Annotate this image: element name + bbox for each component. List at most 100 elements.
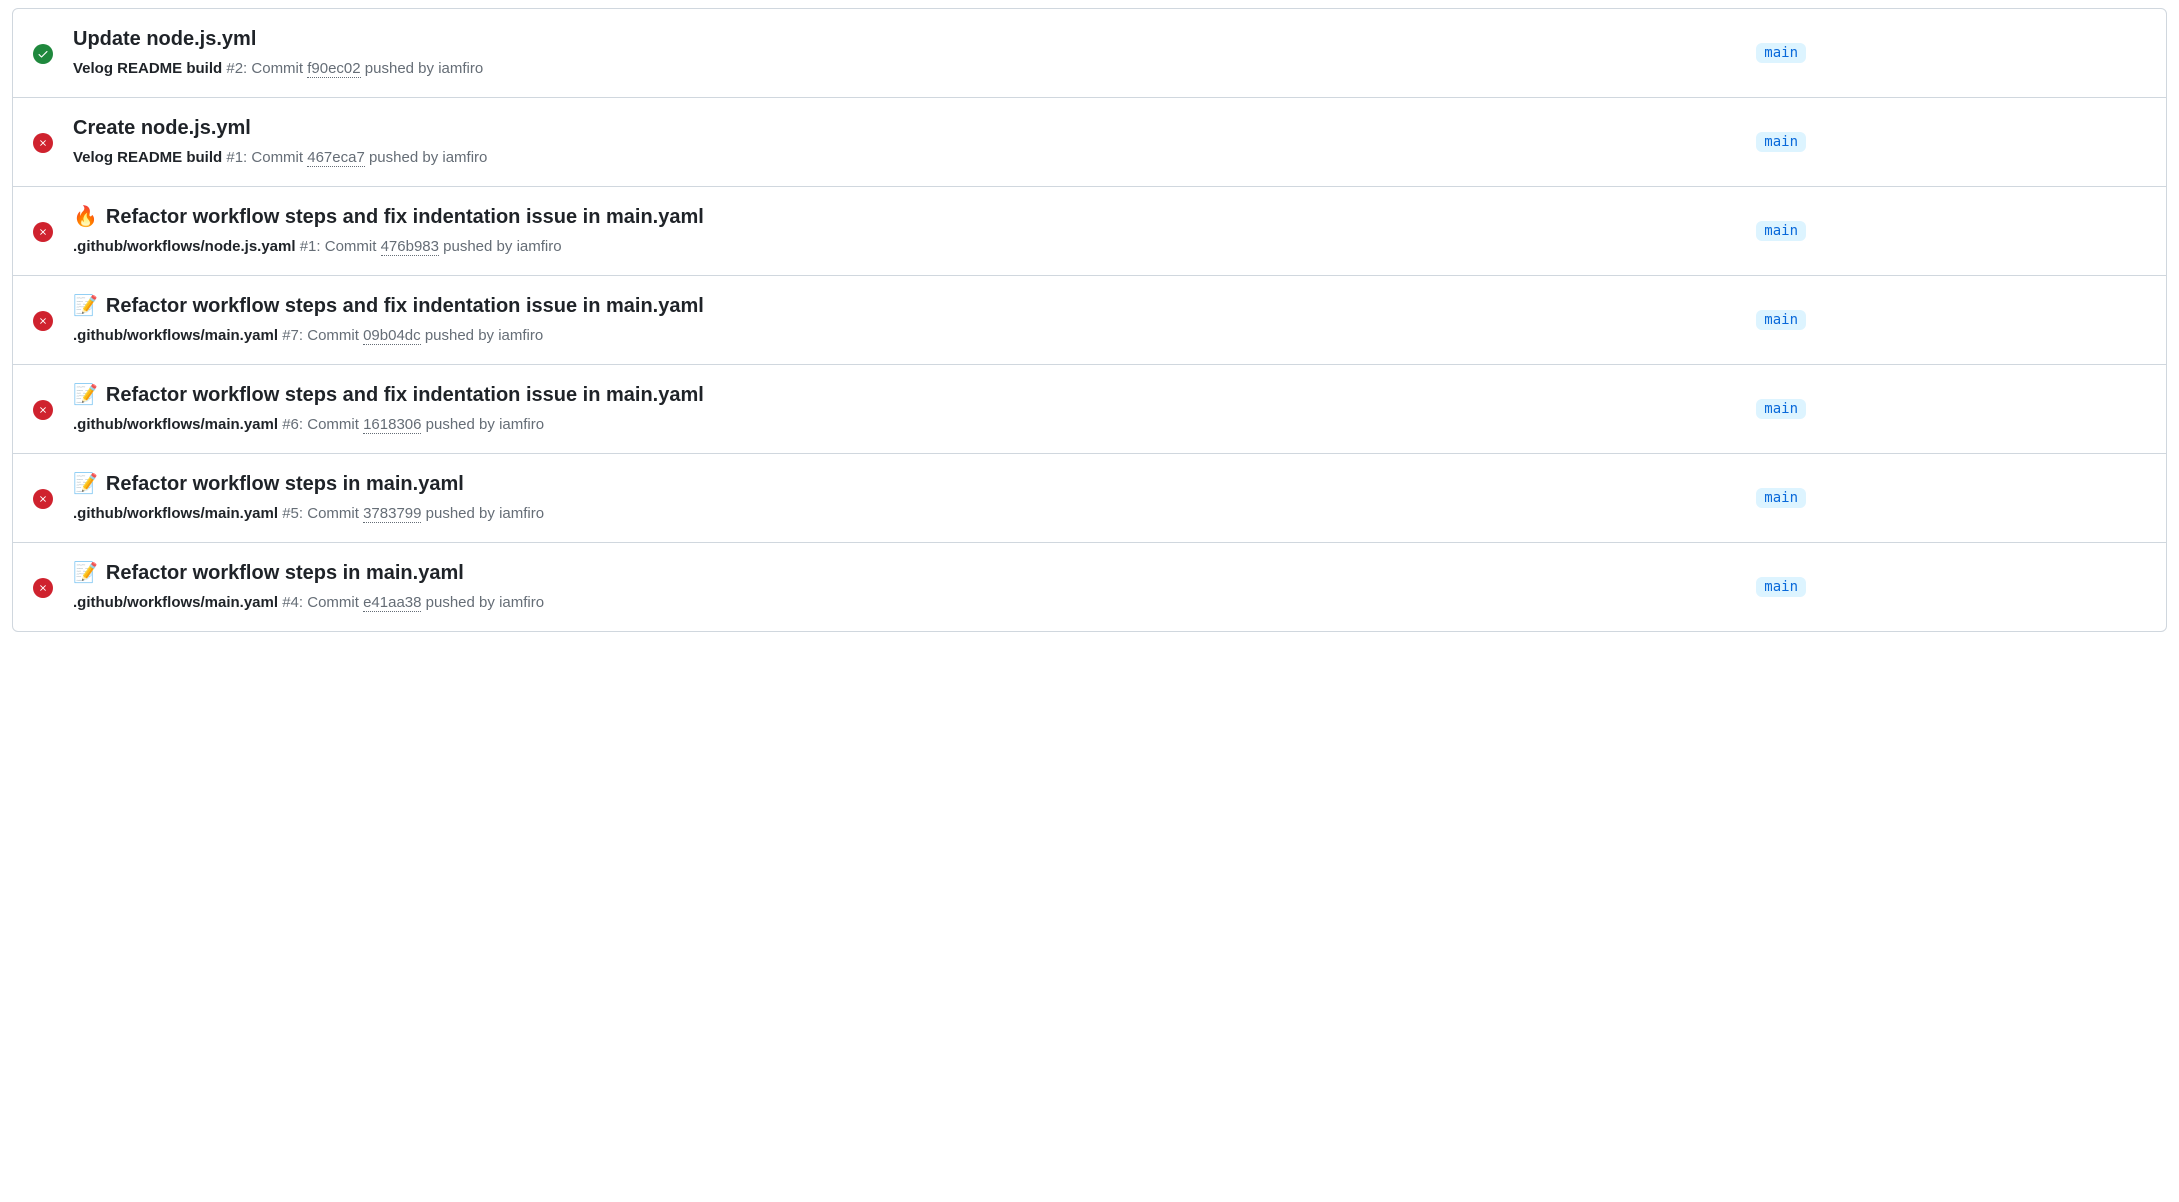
run-title-link[interactable]: Refactor workflow steps and fix indentat…: [106, 203, 704, 231]
workflow-name: Velog README build: [73, 149, 222, 166]
run-subtitle: Velog README build #1: Commit 467eca7 pu…: [73, 146, 1740, 170]
run-number: #2: [226, 60, 243, 77]
branch-column: main: [1740, 399, 2146, 419]
pushed-by-label: pushed by: [426, 416, 495, 433]
title-emoji-icon: 📝: [73, 296, 98, 316]
status-column: [33, 42, 65, 64]
status-column: [33, 131, 65, 153]
commit-prefix: Commit: [251, 60, 303, 77]
title-emoji-icon: 📝: [73, 474, 98, 494]
commit-hash-link[interactable]: 09b04dc: [363, 327, 421, 345]
actor-name: iamfiro: [498, 327, 543, 344]
title-line: 📝 Refactor workflow steps in main.yaml: [73, 559, 1740, 587]
run-info-column: 📝 Refactor workflow steps in main.yaml .…: [65, 470, 1740, 526]
title-line: Update node.js.yml: [73, 25, 1740, 53]
branch-label-link[interactable]: main: [1756, 488, 1806, 508]
workflow-runs-list: Update node.js.yml Velog README build #2…: [12, 8, 2167, 632]
actor-name: iamfiro: [517, 238, 562, 255]
commit-prefix: Commit: [325, 238, 377, 255]
x-circle-icon: [33, 400, 53, 420]
x-circle-icon: [33, 489, 53, 509]
pushed-by-label: pushed by: [369, 149, 438, 166]
commit-hash-link[interactable]: f90ec02: [307, 60, 360, 78]
title-emoji-icon: 📝: [73, 563, 98, 583]
actor-name: iamfiro: [442, 149, 487, 166]
workflow-name: .github/workflows/main.yaml: [73, 505, 278, 522]
run-number: #7: [282, 327, 299, 344]
workflow-name: .github/workflows/node.js.yaml: [73, 238, 296, 255]
branch-column: main: [1740, 43, 2146, 63]
x-circle-icon: [33, 133, 53, 153]
commit-prefix: Commit: [307, 416, 359, 433]
actor-name: iamfiro: [499, 594, 544, 611]
title-line: 📝 Refactor workflow steps and fix indent…: [73, 292, 1740, 320]
commit-prefix: Commit: [307, 505, 359, 522]
status-column: [33, 309, 65, 331]
commit-hash-link[interactable]: 3783799: [363, 505, 421, 523]
branch-label-link[interactable]: main: [1756, 310, 1806, 330]
branch-column: main: [1740, 221, 2146, 241]
actor-name: iamfiro: [499, 416, 544, 433]
actor-name: iamfiro: [499, 505, 544, 522]
actor-name: iamfiro: [438, 60, 483, 77]
run-title-link[interactable]: Refactor workflow steps in main.yaml: [106, 470, 464, 498]
title-line: 📝 Refactor workflow steps in main.yaml: [73, 470, 1740, 498]
branch-label-link[interactable]: main: [1756, 577, 1806, 597]
run-subtitle: Velog README build #2: Commit f90ec02 pu…: [73, 57, 1740, 81]
run-title-link[interactable]: Create node.js.yml: [73, 114, 251, 142]
run-info-column: 📝 Refactor workflow steps in main.yaml .…: [65, 559, 1740, 615]
run-number: #6: [282, 416, 299, 433]
x-circle-icon: [33, 311, 53, 331]
run-subtitle: .github/workflows/main.yaml #5: Commit 3…: [73, 502, 1740, 526]
commit-hash-link[interactable]: 476b983: [381, 238, 439, 256]
x-circle-icon: [33, 578, 53, 598]
title-emoji-icon: 🔥: [73, 207, 98, 227]
commit-hash-link[interactable]: e41aa38: [363, 594, 421, 612]
commit-hash-link[interactable]: 467eca7: [307, 149, 365, 167]
branch-column: main: [1740, 577, 2146, 597]
branch-column: main: [1740, 310, 2146, 330]
branch-label-link[interactable]: main: [1756, 43, 1806, 63]
workflow-name: .github/workflows/main.yaml: [73, 327, 278, 344]
branch-column: main: [1740, 132, 2146, 152]
title-line: 🔥 Refactor workflow steps and fix indent…: [73, 203, 1740, 231]
pushed-by-label: pushed by: [365, 60, 434, 77]
run-title-link[interactable]: Refactor workflow steps and fix indentat…: [106, 381, 704, 409]
check-circle-icon: [33, 44, 53, 64]
x-circle-icon: [33, 222, 53, 242]
status-column: [33, 398, 65, 420]
workflow-run-row: 📝 Refactor workflow steps in main.yaml .…: [13, 454, 2166, 543]
title-line: Create node.js.yml: [73, 114, 1740, 142]
run-info-column: 🔥 Refactor workflow steps and fix indent…: [65, 203, 1740, 259]
status-column: [33, 576, 65, 598]
workflow-run-row: 📝 Refactor workflow steps and fix indent…: [13, 276, 2166, 365]
run-title-link[interactable]: Refactor workflow steps in main.yaml: [106, 559, 464, 587]
run-subtitle: .github/workflows/main.yaml #4: Commit e…: [73, 591, 1740, 615]
branch-label-link[interactable]: main: [1756, 221, 1806, 241]
run-title-link[interactable]: Refactor workflow steps and fix indentat…: [106, 292, 704, 320]
branch-column: main: [1740, 488, 2146, 508]
run-info-column: Update node.js.yml Velog README build #2…: [65, 25, 1740, 81]
workflow-name: .github/workflows/main.yaml: [73, 416, 278, 433]
workflow-run-row: Update node.js.yml Velog README build #2…: [13, 9, 2166, 98]
run-info-column: 📝 Refactor workflow steps and fix indent…: [65, 381, 1740, 437]
run-number: #1: [226, 149, 243, 166]
commit-prefix: Commit: [307, 327, 359, 344]
commit-prefix: Commit: [251, 149, 303, 166]
title-emoji-icon: 📝: [73, 385, 98, 405]
run-info-column: 📝 Refactor workflow steps and fix indent…: [65, 292, 1740, 348]
pushed-by-label: pushed by: [443, 238, 512, 255]
run-number: #5: [282, 505, 299, 522]
workflow-name: Velog README build: [73, 60, 222, 77]
workflow-run-row: 📝 Refactor workflow steps and fix indent…: [13, 365, 2166, 454]
run-info-column: Create node.js.yml Velog README build #1…: [65, 114, 1740, 170]
run-subtitle: .github/workflows/node.js.yaml #1: Commi…: [73, 235, 1740, 259]
pushed-by-label: pushed by: [426, 594, 495, 611]
commit-hash-link[interactable]: 1618306: [363, 416, 421, 434]
pushed-by-label: pushed by: [426, 505, 495, 522]
branch-label-link[interactable]: main: [1756, 399, 1806, 419]
status-column: [33, 487, 65, 509]
run-title-link[interactable]: Update node.js.yml: [73, 25, 256, 53]
workflow-run-row: Create node.js.yml Velog README build #1…: [13, 98, 2166, 187]
branch-label-link[interactable]: main: [1756, 132, 1806, 152]
